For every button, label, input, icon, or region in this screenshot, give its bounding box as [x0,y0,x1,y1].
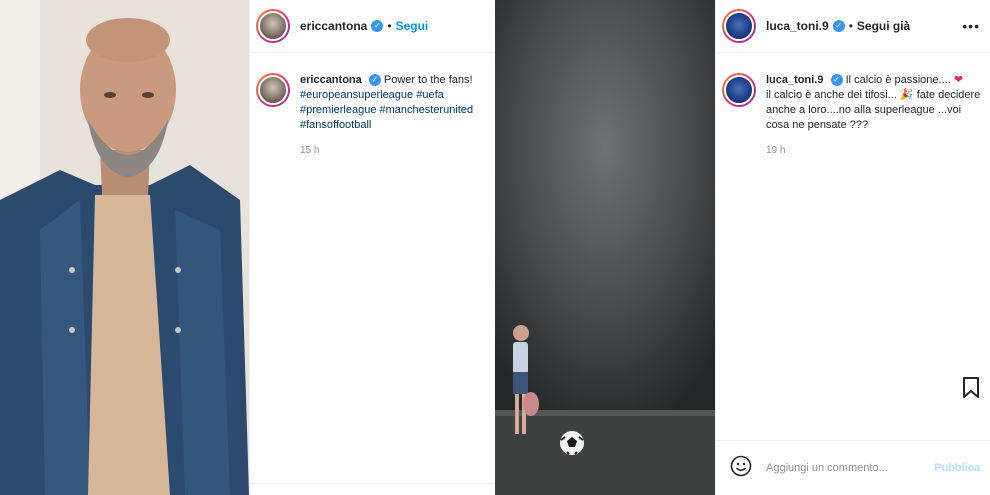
cantona-photo [0,0,249,495]
hashtag-link[interactable]: #uefa [416,89,444,101]
username-link[interactable]: ericcantona [300,74,362,86]
more-options-icon[interactable]: ••• [962,18,980,34]
verified-badge-icon: ✓ [832,20,845,32]
hashtag-link[interactable]: #premierleague [300,104,376,116]
username-link[interactable]: luca_toni.9 [766,19,829,33]
post-header: ericcantona ✓ • Segui [250,0,495,53]
caption-text: il calcio è anche dei tifosi... [766,89,897,101]
verified-badge-icon: ✓ [830,74,843,87]
add-comment-bar: Aggiungi un commento... Pubblica [716,440,990,495]
comment-bar-edge [250,483,495,495]
post-panel-cantona: ericcantona ✓ • Segui ericcantona ✓ Powe… [249,0,495,495]
username-link[interactable]: ericcantona [300,19,367,33]
child-football-photo [495,0,715,495]
post-timestamp[interactable]: 19 h [766,143,984,158]
heart-emoji-icon: ❤ [953,74,964,86]
caption-text: Power to the fans! [383,74,473,86]
post-header: luca_toni.9 ✓ • Segui già ••• [716,0,990,53]
verified-badge-icon: ✓ [371,20,384,32]
avatar[interactable] [256,9,290,43]
avatar[interactable] [722,73,756,107]
separator-dot: • [387,19,392,33]
post-timestamp[interactable]: 15 h [300,143,473,158]
post-image-cantona[interactable] [0,0,249,495]
save-bookmark-icon[interactable] [962,377,980,404]
avatar[interactable] [722,9,756,43]
separator-dot: • [848,19,853,33]
following-button[interactable]: Segui già [857,19,910,33]
verified-badge-icon: ✓ [368,74,381,87]
publish-button[interactable]: Pubblica [934,462,980,474]
emoji-icon[interactable] [730,455,752,482]
caption-comment: luca_toni.9 ✓ Il calcio è passione.... ❤… [716,53,990,158]
hashtag-link[interactable]: #europeansuperleague [300,89,413,101]
follow-button[interactable]: Segui [396,19,429,33]
caption-body: ericcantona ✓ Power to the fans! #europe… [300,73,473,158]
caption-comment: ericcantona ✓ Power to the fans! #europe… [250,53,495,158]
party-emoji-icon: 🎉 [899,89,914,101]
username-link[interactable]: luca_toni.9 [766,74,823,86]
hashtag-link[interactable]: #fansoffootball [300,119,371,131]
post-image-toni[interactable] [495,0,715,495]
hashtag-link[interactable]: #manchesterunited [380,104,474,116]
avatar[interactable] [256,73,290,107]
caption-text: Il calcio è passione.... [845,74,951,86]
comment-input[interactable]: Aggiungi un commento... [766,462,934,474]
post-panel-toni: luca_toni.9 ✓ • Segui già ••• luca_toni.… [715,0,990,495]
caption-body: luca_toni.9 ✓ Il calcio è passione.... ❤… [766,73,984,158]
